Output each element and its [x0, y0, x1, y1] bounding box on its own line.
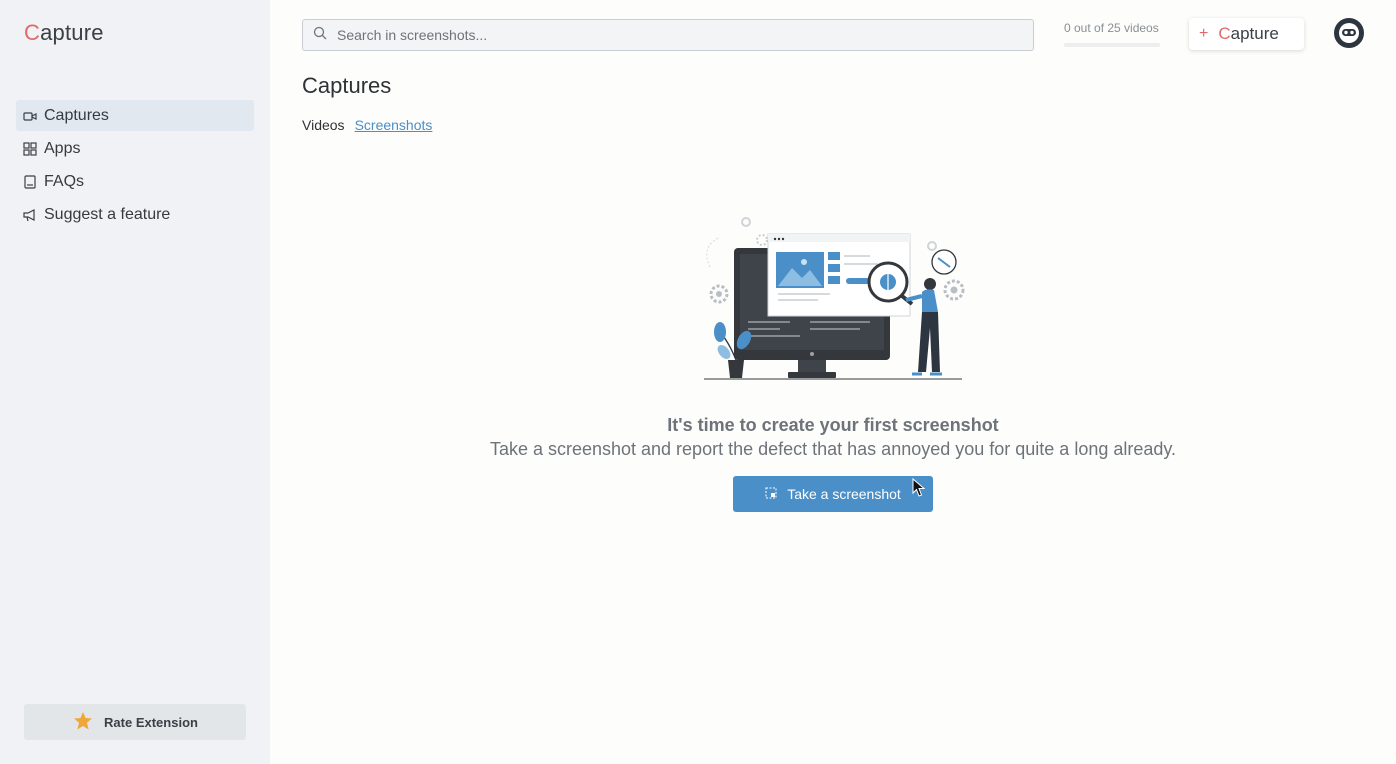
- mouse-cursor-icon: [912, 477, 926, 503]
- tab-videos[interactable]: Videos: [302, 117, 345, 133]
- rate-extension-button[interactable]: Rate Extension: [24, 704, 246, 740]
- megaphone-icon: [23, 208, 37, 222]
- rate-extension-label: Rate Extension: [104, 714, 198, 730]
- new-capture-button[interactable]: + Capture: [1189, 18, 1304, 50]
- user-avatar[interactable]: [1334, 18, 1364, 48]
- sidebar-item-label: Suggest a feature: [44, 205, 171, 223]
- tab-screenshots[interactable]: Screenshots: [355, 117, 433, 133]
- sidebar-item-suggest-feature[interactable]: Suggest a feature: [16, 199, 254, 230]
- capture-button-label: apture: [1230, 24, 1279, 43]
- avatar-icon: [1339, 23, 1359, 43]
- sidebar-nav: Captures Apps FAQs Suggest a feature: [16, 100, 254, 232]
- star-icon: [72, 711, 94, 734]
- take-screenshot-button[interactable]: Take a screenshot: [733, 476, 933, 512]
- empty-state-subtitle: Take a screenshot and report the defect …: [489, 439, 1177, 459]
- sidebar-item-apps[interactable]: Apps: [16, 133, 254, 164]
- empty-state-title: It's time to create your first screensho…: [667, 415, 999, 435]
- capture-type-tabs: Videos Screenshots: [302, 117, 432, 133]
- quota-text: 0 out of 25 videos: [1064, 21, 1159, 35]
- apps-grid-icon: [23, 141, 37, 156]
- video-camera-icon: [23, 109, 37, 123]
- page-title: Captures: [302, 73, 392, 98]
- video-quota: 0 out of 25 videos: [1064, 21, 1160, 47]
- logo-text: apture: [40, 20, 104, 45]
- book-icon: [23, 174, 37, 189]
- sidebar-item-faqs[interactable]: FAQs: [16, 166, 254, 197]
- search-bar[interactable]: [302, 19, 1034, 51]
- app-logo[interactable]: Capture: [24, 20, 104, 46]
- logo-initial: C: [24, 20, 41, 45]
- quota-progress-bar: [1064, 43, 1160, 47]
- take-screenshot-label: Take a screenshot: [787, 486, 901, 502]
- sidebar-item-label: Apps: [44, 139, 81, 157]
- sidebar: Capture Captures Apps FAQs Suggest a fea…: [0, 0, 270, 764]
- search-icon: [313, 26, 327, 45]
- sidebar-item-label: Captures: [44, 106, 109, 124]
- plus-icon: +: [1199, 25, 1209, 42]
- screenshot-icon: [765, 486, 777, 502]
- sidebar-item-captures[interactable]: Captures: [16, 100, 254, 131]
- empty-state-illustration: [700, 212, 970, 384]
- search-input[interactable]: [337, 27, 1033, 43]
- capture-button-initial: C: [1218, 24, 1231, 43]
- sidebar-item-label: FAQs: [44, 172, 85, 190]
